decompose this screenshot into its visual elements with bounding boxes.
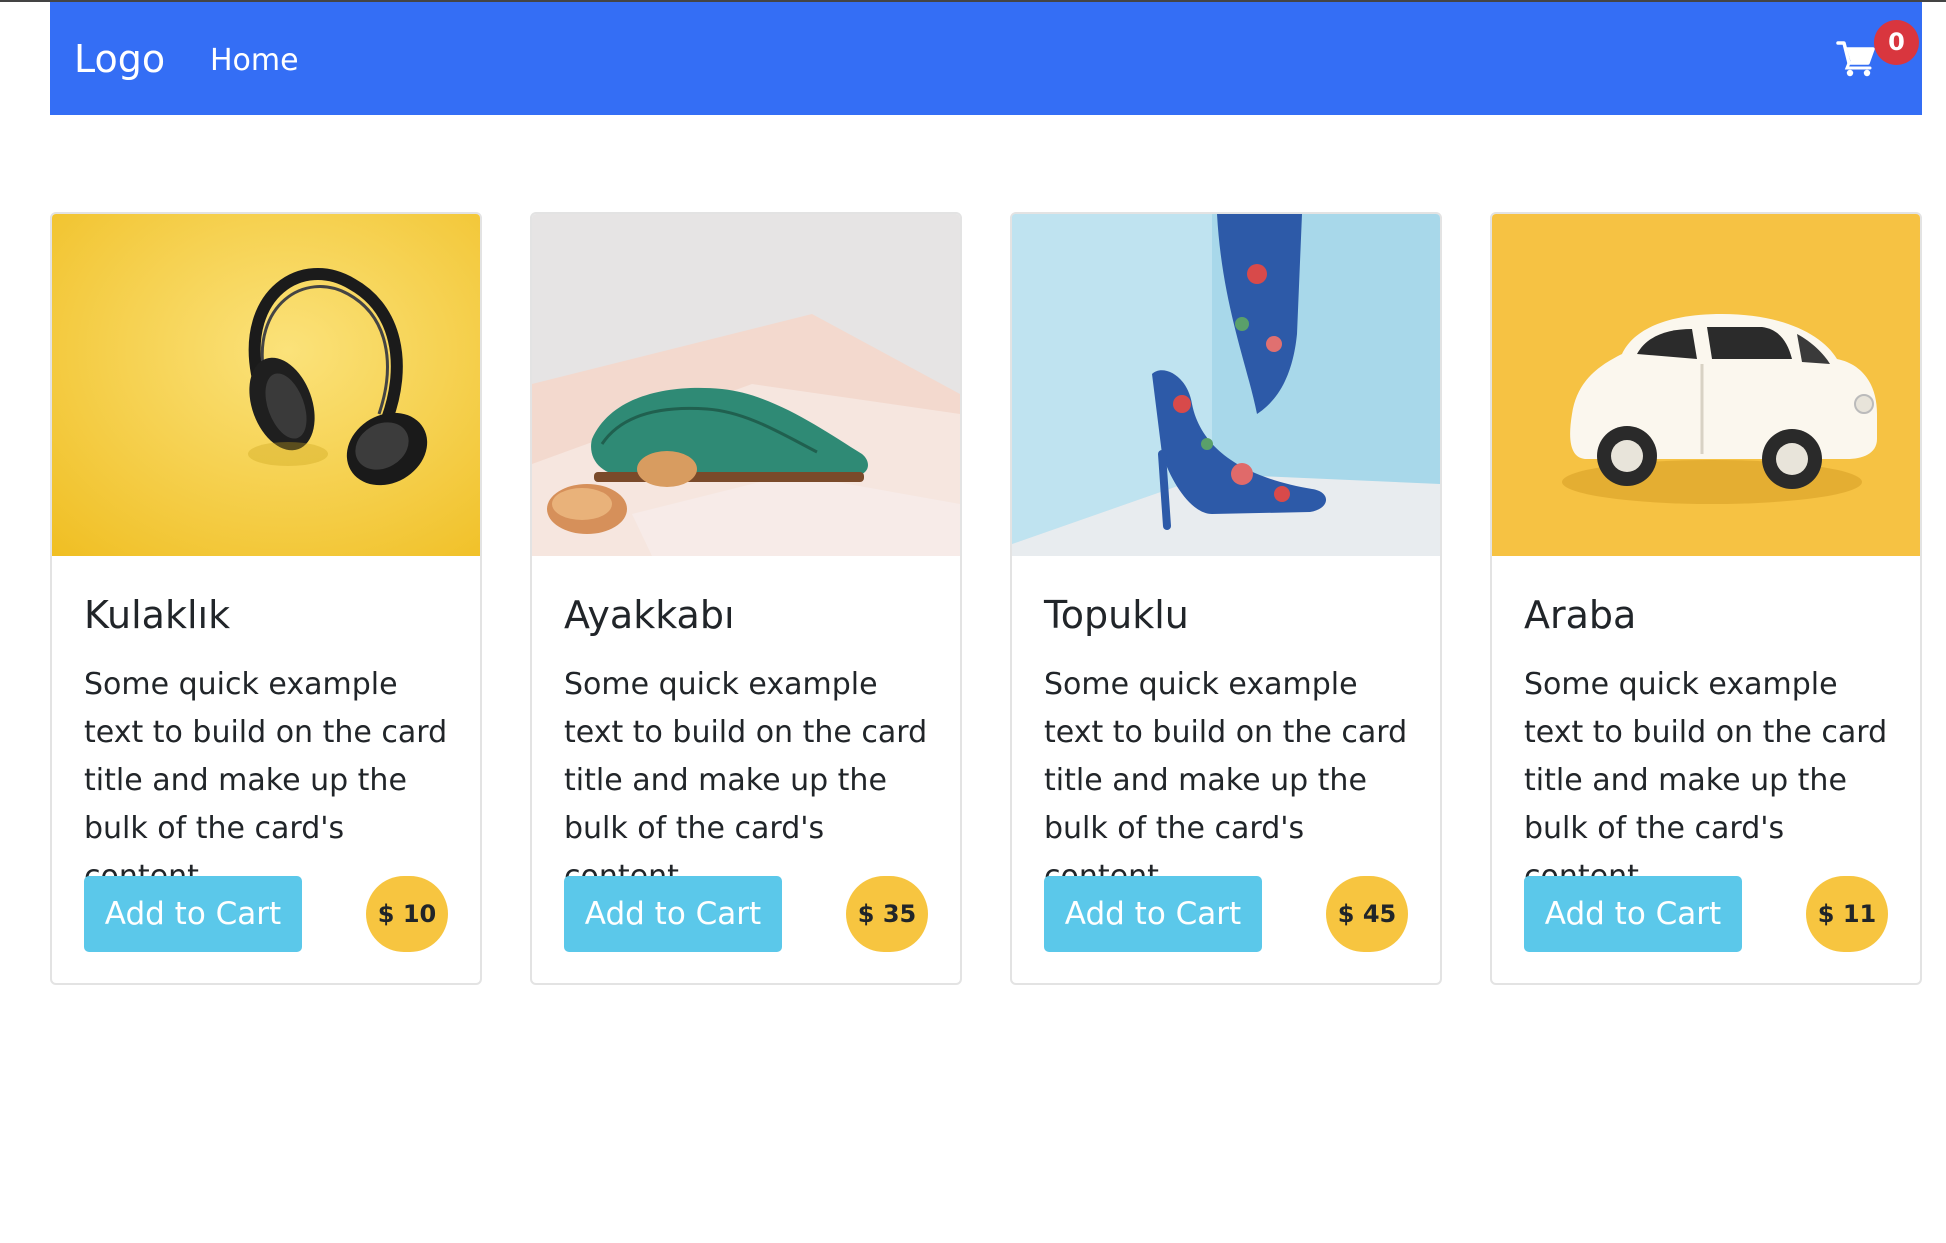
- nav-home-link[interactable]: Home: [210, 42, 299, 80]
- brand-logo[interactable]: Logo: [74, 36, 165, 82]
- price-badge: $ 35: [846, 876, 928, 952]
- green-shoe-image: [532, 214, 960, 556]
- price-badge: $ 10: [366, 876, 448, 952]
- add-to-cart-button[interactable]: Add to Cart: [84, 876, 302, 952]
- navbar: Logo Home 0: [50, 2, 1922, 115]
- card-title: Topuklu: [1044, 593, 1189, 637]
- card-title: Araba: [1524, 593, 1637, 637]
- product-card-kulaklik: Kulaklık Some quick example text to buil…: [50, 212, 482, 985]
- shopping-cart-icon[interactable]: [1836, 38, 1876, 78]
- product-card-ayakkabi: Ayakkabı Some quick example text to buil…: [530, 212, 962, 985]
- headphones-image: [52, 214, 480, 556]
- product-card-topuklu: Topuklu Some quick example text to build…: [1010, 212, 1442, 985]
- price-badge: $ 45: [1326, 876, 1408, 952]
- cart-count-badge: 0: [1874, 20, 1919, 65]
- add-to-cart-button[interactable]: Add to Cart: [564, 876, 782, 952]
- product-card-araba: Araba Some quick example text to build o…: [1490, 212, 1922, 985]
- card-text: Some quick example text to build on the …: [1044, 667, 1408, 894]
- card-text: Some quick example text to build on the …: [564, 667, 928, 894]
- high-heels-image: [1012, 214, 1440, 556]
- card-title: Kulaklık: [84, 593, 231, 637]
- add-to-cart-button[interactable]: Add to Cart: [1524, 876, 1742, 952]
- add-to-cart-button[interactable]: Add to Cart: [1044, 876, 1262, 952]
- toy-car-image: [1492, 214, 1920, 556]
- card-text: Some quick example text to build on the …: [84, 667, 448, 894]
- price-badge: $ 11: [1806, 876, 1888, 952]
- card-title: Ayakkabı: [564, 593, 735, 637]
- card-text: Some quick example text to build on the …: [1524, 667, 1888, 894]
